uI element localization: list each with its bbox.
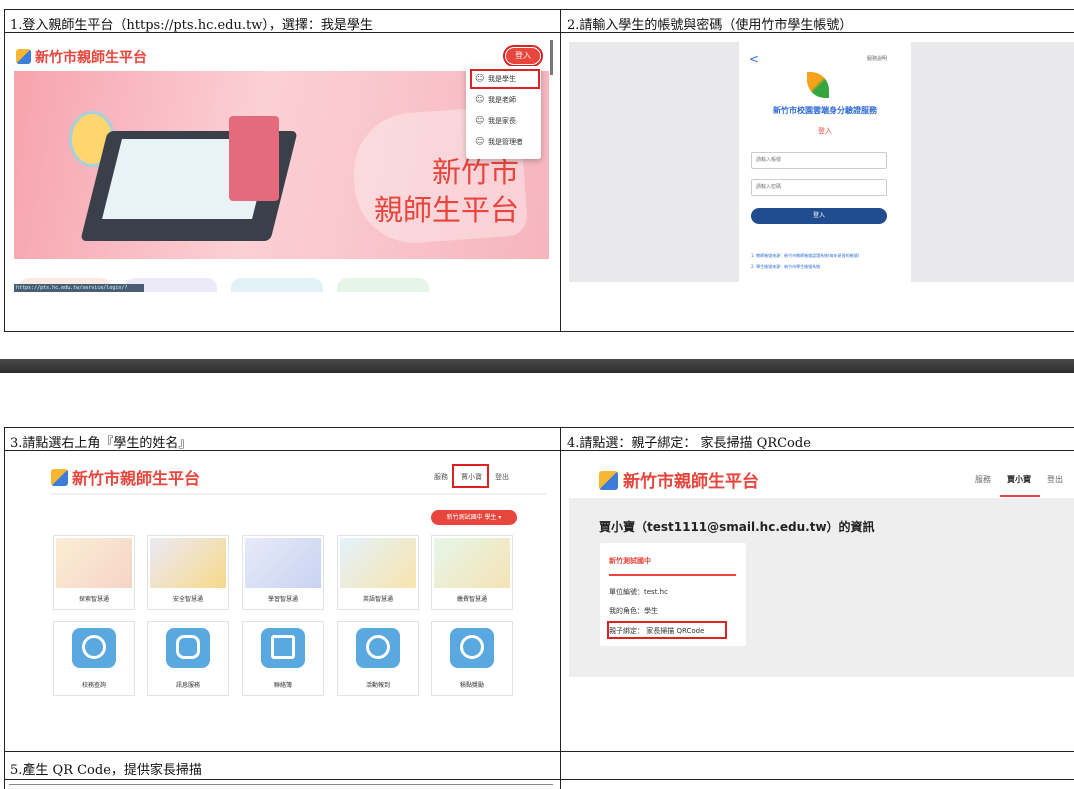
step6-image-cell [560,779,1074,789]
screenshot-profile: 新竹市親師生平台 服務 賈小寶 登出 賈小寶（test1111@smail.hc… [569,455,1074,677]
highlight-box [452,464,489,488]
account-input[interactable]: 請輸入帳號 [751,152,887,169]
nav-student-name[interactable]: 賈小寶 [1007,474,1031,485]
nav-service[interactable]: 服務 [975,474,991,485]
book-icon [261,628,305,668]
menu-item-teacher[interactable]: 我是老師 [472,92,538,108]
login-subtitle: 登入 [818,127,832,135]
page-divider [0,359,1074,373]
screenshot-qrcode-top-edge [9,784,553,789]
role-dropdown-menu: 我是學生 我是老師 我是家長 我是管理者 [466,66,541,159]
nav-logout[interactable]: 登出 [1047,474,1063,485]
screenshot-services: 新竹市親師生平台 服務 賈小寶 登出 新竹測試國中 學生 ▾ 探索智慧通 安全智… [9,455,553,715]
nav-logout[interactable]: 登出 [495,472,509,482]
tile-label: 安全智慧通 [172,596,203,603]
tile-check-in[interactable]: 活動報到 [337,621,419,696]
tile-contact-book[interactable]: 聯絡簿 [242,621,324,696]
active-tab-underline [1000,495,1040,497]
screenshot-login-form: < 服務說明 新竹市校園雲端身分驗證服務 登入 請輸入帳號 請輸入密碼 登入 1… [569,42,1074,282]
login-button[interactable]: 登入 [503,45,543,67]
step2-caption: 2.請輸入學生的帳號與密碼（使用竹市學生帳號） [567,18,853,33]
portal-logo[interactable]: 新竹市親師生平台 [16,47,147,67]
login-card: < 服務說明 新竹市校園雲端身分驗證服務 登入 請輸入帳號 請輸入密碼 登入 1… [739,42,911,282]
logo-text: 新竹市親師生平台 [35,50,147,66]
step1-caption: 1.登入親師生平台（https://pts.hc.edu.tw），選擇：我是學生 [10,18,373,33]
top-bar: 新竹市親師生平台 服務 賈小寶 登出 [569,455,1074,498]
tile-label: 校務查詢 [81,682,106,689]
step4-caption: 4.請點選：親子綁定： 家長掃描 QRCode [567,436,811,451]
magnifier-icon [72,628,116,668]
tile-label: 英語智慧通 [362,596,393,603]
menu-item-student[interactable]: 我是學生 [470,69,540,89]
school-name: 新竹測試國中 [609,557,651,565]
profile-card: 新竹測試國中 單位編號：test.hc 我的角色：學生 親子綁定： 家長掃描 Q… [600,543,746,646]
step5-caption: 5.產生 QR Code，提供家長掃描 [10,763,202,778]
school-underline [609,574,736,576]
highlight-box [607,621,727,639]
tile-messages[interactable]: 訊息服務 [147,621,229,696]
apple-icon [356,628,400,668]
logo-icon [51,469,68,486]
chat-icon [166,628,210,668]
tile-label: 聯絡簿 [273,682,292,689]
menu-item-admin[interactable]: 我是管理者 [472,134,538,150]
screenshot-portal-home: 新竹市親師生平台 登入 新竹市親師生平台 我是學生 我是老師 我是家長 我是管理… [9,38,553,292]
menu-item-parent[interactable]: 我是家長 [472,113,538,129]
books-illustration [229,116,279,201]
tile-label: 訊息服務 [175,682,200,689]
tile-label: 繳費智慧通 [456,596,487,603]
logo-text: 新竹市親師生平台 [623,472,759,492]
tile-safety[interactable]: 安全智慧通 [147,535,229,610]
portal-logo[interactable]: 新竹市親師生平台 [599,467,759,492]
portal-logo[interactable]: 新竹市親師生平台 [51,465,200,489]
tile-rewards[interactable]: 積點獎勵 [431,621,513,696]
service-title: 新竹市校園雲端身分驗證服務 [773,106,877,115]
school-role-dropdown[interactable]: 新竹測試國中 學生 ▾ [431,510,517,525]
header-divider [51,493,546,495]
submit-login-button[interactable]: 登入 [751,208,887,224]
atom-icon [450,628,494,668]
hero-title-line2: 親師生平台 [374,193,520,227]
status-url: https://pts.hc.edu.tw/service/login/?red… [14,284,144,292]
back-icon[interactable]: < [749,52,759,66]
tile-label: 探索智慧通 [78,596,109,603]
logo-icon [16,49,31,64]
hero-title: 新竹市 親師生平台 [374,153,519,229]
logo-icon [599,471,618,490]
password-input[interactable]: 請輸入密碼 [751,179,887,196]
tile-learning[interactable]: 學習智慧通 [242,535,324,610]
unit-code: 單位編號：test.hc [609,588,668,596]
nav-service[interactable]: 服務 [434,472,448,482]
tile-english[interactable]: 英語智慧通 [337,535,419,610]
tile-explore[interactable]: 探索智慧通 [53,535,135,610]
user-role: 我的角色：學生 [609,607,658,615]
help-link[interactable]: 服務說明 [867,55,887,62]
account-note-student: 2. 學生帳號來源：新竹市學生帳號系統 [751,264,821,269]
profile-heading: 賈小寶（test1111@smail.hc.edu.tw）的資訊 [599,520,875,534]
tile-payment[interactable]: 繳費智慧通 [431,535,513,610]
step5-empty-cell [560,751,1074,780]
account-note-teacher: 1. 教師帳號來源：新竹市教師帳號認證系統(每年研習的帳號) [751,253,860,258]
tile-school-query[interactable]: 校務查詢 [53,621,135,696]
tile-label: 學習智慧通 [267,596,298,603]
scrollbar[interactable] [550,40,553,75]
tile-label: 活動報到 [365,682,390,689]
logo-text: 新竹市親師生平台 [72,469,201,488]
tile-label: 積點獎勵 [459,682,484,689]
step3-caption: 3.請點選右上角『學生的姓名』 [10,436,192,451]
leaf-logo-icon [807,72,829,98]
